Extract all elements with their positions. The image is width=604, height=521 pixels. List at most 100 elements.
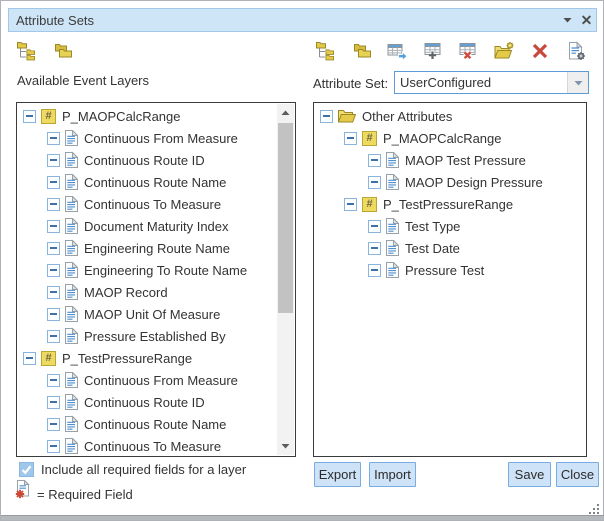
collapse-minus-icon[interactable] (47, 396, 60, 409)
dropdown-arrow-button[interactable] (567, 72, 588, 93)
collapse-minus-icon[interactable] (344, 198, 357, 211)
tree-item-label: Test Type (405, 219, 460, 234)
collapse-minus-icon[interactable] (368, 220, 381, 233)
collapse-minus-icon[interactable] (368, 264, 381, 277)
tree-item[interactable]: #P_TestPressureRange (314, 193, 586, 215)
vertical-scrollbar[interactable] (277, 104, 294, 455)
attribute-set-tree: Other Attributes#P_MAOPCalcRange MAOP Tes… (314, 105, 586, 281)
tree-item[interactable]: Continuous From Measure (17, 369, 276, 391)
close-button[interactable]: Close (556, 462, 599, 487)
tree-item[interactable]: Continuous Route ID (17, 149, 276, 171)
tree-item[interactable]: Continuous Route Name (17, 171, 276, 193)
tree-item[interactable]: MAOP Test Pressure (314, 149, 586, 171)
tree-item[interactable]: Other Attributes (314, 105, 586, 127)
open-folders-icon[interactable] (351, 40, 373, 62)
tree-item[interactable]: MAOP Design Pressure (314, 171, 586, 193)
collapse-minus-icon[interactable] (47, 154, 60, 167)
tree-item[interactable]: Document Maturity Index (17, 215, 276, 237)
close-icon[interactable]: ✕ (577, 10, 596, 30)
tree-item[interactable]: Continuous From Measure (17, 127, 276, 149)
available-layers-panel: #P_MAOPCalcRange Continuous From Measure C… (16, 102, 296, 457)
field-document-icon (65, 130, 78, 146)
import-button[interactable]: Import (369, 462, 416, 487)
tree-item[interactable]: Continuous Route ID (17, 391, 276, 413)
tree-item-label: MAOP Unit Of Measure (84, 307, 220, 322)
collapse-minus-icon[interactable] (47, 264, 60, 277)
event-layer-icon: # (41, 109, 56, 124)
new-folder-icon[interactable] (494, 40, 516, 62)
scroll-down-icon[interactable] (277, 438, 294, 454)
tree-item-label: Continuous To Measure (84, 439, 221, 454)
resize-grip[interactable] (589, 502, 600, 513)
collapse-minus-icon[interactable] (47, 440, 60, 453)
include-required-checkbox[interactable] (19, 462, 34, 477)
available-event-layers-label: Available Event Layers (17, 73, 149, 88)
collapse-minus-icon[interactable] (47, 308, 60, 321)
tree-item[interactable]: Continuous Route Name (17, 413, 276, 435)
attribute-set-value: UserConfigured (395, 72, 567, 93)
scroll-thumb[interactable] (278, 123, 293, 313)
open-folders-icon[interactable] (52, 40, 74, 62)
field-document-icon (65, 284, 78, 300)
export-button[interactable]: Export (314, 462, 361, 487)
collapse-minus-icon[interactable] (344, 132, 357, 145)
tree-item[interactable]: MAOP Unit Of Measure (17, 303, 276, 325)
collapse-minus-icon[interactable] (368, 154, 381, 167)
collapse-minus-icon[interactable] (47, 176, 60, 189)
tree-item[interactable]: #P_MAOPCalcRange (17, 105, 276, 127)
attribute-sets-dialog: { "window": { "title": "Attribute Sets",… (0, 0, 604, 521)
collapse-minus-icon[interactable] (23, 110, 36, 123)
field-document-icon (386, 240, 399, 256)
tree-item[interactable]: Pressure Established By (17, 325, 276, 347)
save-button[interactable]: Save (508, 462, 551, 487)
collapse-minus-icon[interactable] (368, 242, 381, 255)
dialog-title: Attribute Sets (9, 13, 558, 28)
tree-item-label: Test Date (405, 241, 460, 256)
tree-item-label: Pressure Test (405, 263, 484, 278)
collapse-minus-icon[interactable] (47, 418, 60, 431)
tree-item-label: P_MAOPCalcRange (383, 131, 502, 146)
tree-item[interactable]: MAOP Record (17, 281, 276, 303)
tree-item[interactable]: Pressure Test (314, 259, 586, 281)
collapse-minus-icon[interactable] (47, 330, 60, 343)
attribute-tree-icon[interactable] (315, 40, 337, 62)
collapse-minus-icon[interactable] (47, 374, 60, 387)
field-document-icon (65, 394, 78, 410)
field-document-icon (386, 218, 399, 234)
add-table-icon[interactable] (422, 40, 444, 62)
collapse-minus-icon[interactable] (47, 132, 60, 145)
tree-item[interactable]: Engineering To Route Name (17, 259, 276, 281)
tree-item[interactable]: Test Type (314, 215, 586, 237)
tree-item[interactable]: #P_MAOPCalcRange (314, 127, 586, 149)
field-document-icon (65, 262, 78, 278)
collapse-minus-icon[interactable] (47, 198, 60, 211)
attribute-set-label: Attribute Set: (313, 76, 388, 91)
dock-menu-icon[interactable] (558, 10, 577, 30)
tree-item[interactable]: #P_TestPressureRange (17, 347, 276, 369)
tree-item[interactable]: Engineering Route Name (17, 237, 276, 259)
collapse-minus-icon[interactable] (47, 242, 60, 255)
collapse-minus-icon[interactable] (320, 110, 333, 123)
tree-item[interactable]: Test Date (314, 237, 586, 259)
delete-icon[interactable] (529, 40, 551, 62)
layer-tree-icon[interactable] (16, 40, 38, 62)
remove-table-icon[interactable] (458, 40, 480, 62)
file-settings-icon[interactable] (565, 40, 587, 62)
tree-item-label: MAOP Test Pressure (405, 153, 526, 168)
collapse-minus-icon[interactable] (47, 286, 60, 299)
titlebar[interactable]: Attribute Sets ✕ (8, 8, 597, 32)
collapse-minus-icon[interactable] (368, 176, 381, 189)
scroll-up-icon[interactable] (277, 105, 294, 121)
export-table-icon[interactable] (386, 40, 408, 62)
available-layers-tree: #P_MAOPCalcRange Continuous From Measure C… (17, 105, 276, 457)
collapse-minus-icon[interactable] (23, 352, 36, 365)
tree-item[interactable]: Continuous To Measure (17, 193, 276, 215)
tree-item[interactable]: Continuous To Measure (17, 435, 276, 457)
field-document-icon (65, 218, 78, 234)
tree-item-label: Continuous Route ID (84, 395, 205, 410)
attribute-set-dropdown[interactable]: UserConfigured (394, 71, 589, 94)
tree-item-label: Document Maturity Index (84, 219, 229, 234)
chevron-down-icon (563, 17, 572, 23)
tree-item-label: Continuous From Measure (84, 131, 238, 146)
collapse-minus-icon[interactable] (47, 220, 60, 233)
